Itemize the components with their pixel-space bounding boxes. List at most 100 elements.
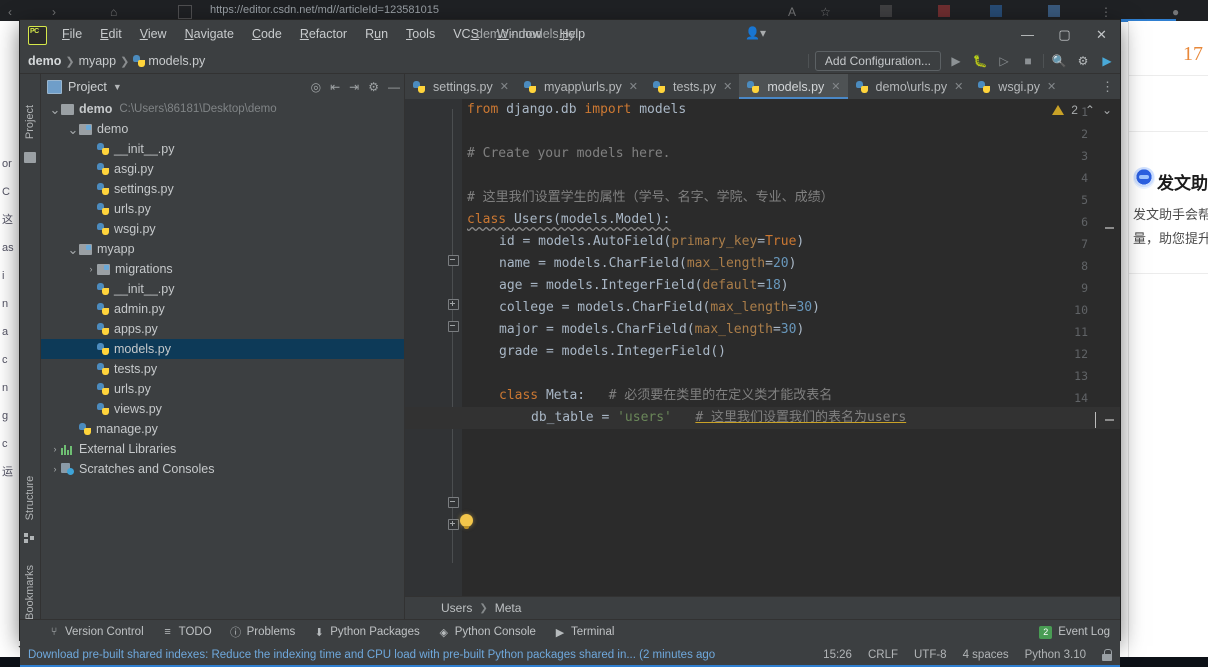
chevron-right-icon[interactable]: › <box>49 444 61 454</box>
code-line[interactable]: class Users(models.Model): <box>467 209 671 231</box>
code-line[interactable]: age = models.IntegerField(default=18) <box>499 275 789 297</box>
python-interpreter[interactable]: Python 3.10 <box>1025 649 1086 661</box>
tool-window-button-python-console[interactable]: ◈ Python Console <box>438 626 536 639</box>
browser-url[interactable]: https://editor.csdn.net/md//articleId=12… <box>210 4 439 16</box>
tree-item[interactable]: › migrations <box>41 259 404 279</box>
menu-item-file[interactable]: File <box>53 20 91 49</box>
tree-item[interactable]: apps.py <box>41 319 404 339</box>
fold-marker-comment-cn[interactable] <box>448 299 459 310</box>
tree-item[interactable]: urls.py <box>41 379 404 399</box>
menu-item-navigate[interactable]: Navigate <box>176 20 243 49</box>
editor-tab[interactable]: tests.py ✕ <box>645 74 739 99</box>
editor-tab[interactable]: myapp\urls.py ✕ <box>516 74 645 99</box>
close-icon[interactable]: ✕ <box>723 80 732 93</box>
fold-marker-comment[interactable] <box>448 255 459 266</box>
menu-item-edit[interactable]: Edit <box>91 20 131 49</box>
fold-marker-class-users[interactable] <box>448 321 459 332</box>
tree-item[interactable]: views.py <box>41 399 404 419</box>
chevron-right-icon[interactable]: › <box>85 264 97 274</box>
coverage-icon[interactable]: ▷ <box>995 52 1013 70</box>
close-icon[interactable]: ✕ <box>500 80 509 93</box>
code-line[interactable]: from django.db import models <box>467 99 686 121</box>
tool-window-button-problems[interactable]: ⓘ Problems <box>230 626 295 639</box>
code-line[interactable]: db_table = 'users' # 这里我们设置我们的表名为users <box>531 407 906 429</box>
hide-icon[interactable]: — <box>388 80 400 94</box>
tree-item[interactable]: asgi.py <box>41 159 404 179</box>
add-configuration-button[interactable]: Add Configuration... <box>814 51 941 71</box>
prev-problem-icon[interactable]: ⌃ <box>1085 103 1095 117</box>
sidebar-item-project[interactable]: Project <box>24 99 36 145</box>
code-line[interactable]: class Meta: # 必须要在类里的在定义类才能改表名 <box>499 385 832 407</box>
expand-all-icon[interactable]: ⇤ <box>330 80 340 94</box>
tool-window-button-todo[interactable]: ≡ TODO <box>162 626 211 638</box>
maximize-button[interactable]: ▢ <box>1046 20 1083 49</box>
menu-item-code[interactable]: Code <box>243 20 291 49</box>
scrollbar-marker[interactable] <box>1105 227 1114 229</box>
back-icon[interactable]: ‹ <box>8 5 20 19</box>
tree-item[interactable]: __init__.py <box>41 279 404 299</box>
favorites-icon[interactable]: ☆ <box>820 5 832 19</box>
menu-item-run[interactable]: Run <box>356 20 397 49</box>
next-problem-icon[interactable]: ⌄ <box>1102 103 1112 117</box>
breadcrumb-meta[interactable]: Meta <box>495 601 522 615</box>
profile-icon[interactable]: ● <box>1172 5 1184 19</box>
tab-icon[interactable] <box>178 5 192 19</box>
status-message[interactable]: Download pre-built shared indexes: Reduc… <box>28 649 715 661</box>
fold-marker-class-meta[interactable] <box>448 497 459 508</box>
line-separator[interactable]: CRLF <box>868 649 898 661</box>
project-tree[interactable]: ⌄ demo C:\Users\86181\Desktop\demo ⌄ demo __i… <box>41 99 404 619</box>
close-icon[interactable]: ✕ <box>1047 80 1056 93</box>
extension-icon-1[interactable] <box>880 5 892 17</box>
settings-icon[interactable]: ⚙ <box>1074 52 1092 70</box>
tool-window-button-terminal[interactable]: ▶ Terminal <box>554 626 615 639</box>
extension-icon-2[interactable] <box>938 5 950 17</box>
more-vertical-icon[interactable]: ⋮ <box>1101 74 1115 99</box>
menu-item-view[interactable]: View <box>131 20 176 49</box>
caret-position[interactable]: 15:26 <box>823 649 852 661</box>
chevron-down-icon[interactable]: ⌄ <box>67 123 79 136</box>
close-icon[interactable]: ✕ <box>629 80 638 93</box>
locate-icon[interactable]: ◎ <box>311 80 321 94</box>
code-line[interactable]: # Create your models here. <box>467 143 671 165</box>
debug-icon[interactable]: 🐛 <box>971 52 989 70</box>
collapse-all-icon[interactable]: ⇥ <box>349 80 359 94</box>
close-icon[interactable]: ✕ <box>954 80 963 93</box>
inspection-widget[interactable]: 2 ⌃ ⌄ <box>1052 103 1112 117</box>
extension-icon-3[interactable] <box>990 5 1002 17</box>
user-account-icon[interactable]: 👤▾ <box>745 26 775 43</box>
breadcrumb-item-models[interactable]: models.py <box>133 54 205 68</box>
file-encoding[interactable]: UTF-8 <box>914 649 947 661</box>
event-log-button[interactable]: 2 Event Log <box>1039 625 1110 639</box>
indent-setting[interactable]: 4 spaces <box>963 649 1009 661</box>
code-line[interactable]: name = models.CharField(max_length=20) <box>499 253 796 275</box>
home-icon[interactable]: ⌂ <box>110 5 122 19</box>
tree-item[interactable]: tests.py <box>41 359 404 379</box>
minimize-button[interactable]: — <box>1009 20 1046 49</box>
chevron-right-icon[interactable]: › <box>49 464 61 474</box>
sidebar-item-structure[interactable]: Structure <box>24 475 36 521</box>
tree-item[interactable]: admin.py <box>41 299 404 319</box>
code-line[interactable]: id = models.AutoField(primary_key=True) <box>499 231 804 253</box>
run-icon[interactable]: ▶ <box>947 52 965 70</box>
tool-window-button-version-control[interactable]: ⑂ Version Control <box>48 626 144 638</box>
forward-icon[interactable]: › <box>52 5 64 19</box>
lock-icon[interactable] <box>1102 649 1112 661</box>
tree-item[interactable]: › External Libraries <box>41 439 404 459</box>
close-button[interactable]: ✕ <box>1083 20 1120 49</box>
breadcrumb-item-demo[interactable]: demo <box>28 54 61 68</box>
extension-icon-4[interactable] <box>1048 5 1060 17</box>
code-line[interactable]: major = models.CharField(max_length=30) <box>499 319 804 341</box>
tree-item[interactable]: __init__.py <box>41 139 404 159</box>
datagrip-icon[interactable]: ▶ <box>1098 52 1116 70</box>
scrollbar-marker[interactable] <box>1105 419 1114 421</box>
breadcrumb-users[interactable]: Users <box>441 601 472 615</box>
breadcrumb-item-myapp[interactable]: myapp <box>79 54 117 68</box>
sidebar-item-bookmarks[interactable]: Bookmarks <box>24 565 36 620</box>
chevron-down-icon[interactable]: ⌄ <box>49 103 61 116</box>
tool-window-button-python-packages[interactable]: ⬇ Python Packages <box>313 626 420 639</box>
tree-item[interactable]: › Scratches and Consoles <box>41 459 404 479</box>
editor-tab-active[interactable]: models.py ✕ <box>739 74 848 99</box>
code-line[interactable]: grade = models.IntegerField() <box>499 341 726 363</box>
chevron-down-icon[interactable]: ⌄ <box>67 243 79 256</box>
chevron-down-icon[interactable]: ▼ <box>113 82 122 92</box>
